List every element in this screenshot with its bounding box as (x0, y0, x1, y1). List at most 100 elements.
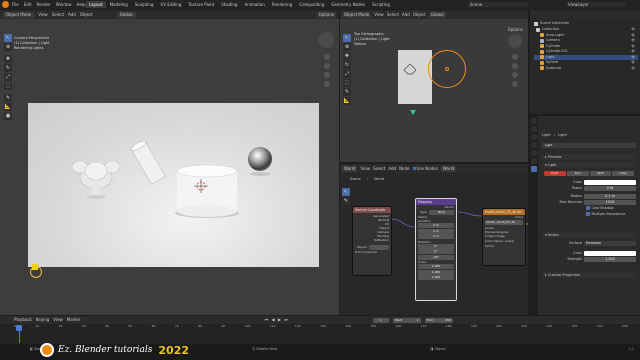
light-type-area[interactable]: Area (612, 171, 634, 176)
from-instancer-check[interactable]: From Instancer (353, 250, 391, 254)
measure-tool[interactable]: 📐 (4, 103, 12, 111)
outliner-item[interactable]: Suzanne 👁 (534, 66, 638, 72)
start-frame-field[interactable]: Start 1 (392, 317, 421, 323)
visibility-icon[interactable]: 👁 (631, 44, 635, 48)
rotation-field[interactable]: 0° (418, 249, 454, 254)
scene-collection-row[interactable]: Scene Collection (534, 22, 569, 26)
location-field[interactable]: 0 m (418, 234, 454, 239)
object-props-tab[interactable] (531, 158, 537, 164)
object-field[interactable] (368, 244, 389, 250)
menu-help[interactable]: Help (76, 2, 85, 7)
nav-gizmo-right[interactable] (508, 34, 522, 48)
visibility-icon[interactable]: 👁 (631, 28, 635, 31)
playback-controls[interactable]: ⏮ ◀ ▶ ⏭ (265, 318, 289, 322)
render-props-tab[interactable] (531, 126, 537, 132)
tab-compositing[interactable]: Compositing (296, 1, 327, 8)
menu-view[interactable]: View (374, 12, 384, 17)
tab-layout[interactable]: Layout (86, 1, 106, 8)
select-tool-right[interactable]: ↖ (343, 34, 351, 42)
blender-logo-icon[interactable] (2, 1, 9, 8)
radius-field[interactable]: 0.1 m (584, 193, 636, 199)
nav-gizmo[interactable] (318, 32, 334, 48)
visibility-icon[interactable]: 👁 (631, 66, 635, 70)
visibility-icon[interactable]: 👁 (631, 61, 635, 64)
output-props-tab[interactable] (531, 134, 537, 140)
camera-view-icon[interactable] (324, 72, 330, 78)
measure-tool-right[interactable]: 📐 (343, 97, 351, 105)
tool-props-tab[interactable] (531, 118, 537, 124)
light-name-field[interactable]: Light (542, 143, 636, 148)
menu-render[interactable]: Render (36, 2, 50, 7)
tab-uv-editing[interactable]: UV Editing (158, 1, 185, 8)
tab-animation[interactable]: Animation (241, 1, 267, 8)
options-button-right[interactable]: Options (505, 27, 525, 33)
scene-props-tab[interactable] (531, 142, 537, 148)
node-mapping[interactable]: Mapping Vector Type Point Vector Locatio… (415, 198, 457, 301)
playback-menu[interactable]: Playback (14, 318, 32, 322)
multiple-importance-row[interactable]: Multiple Importance (540, 211, 636, 217)
surface-field[interactable]: Emission (584, 240, 636, 246)
tab-modeling[interactable]: Modeling (107, 1, 131, 8)
socket-reflection[interactable]: Reflection (353, 238, 391, 242)
ortho-toggle-icon-right[interactable] (512, 81, 518, 87)
scale-field[interactable]: 1.000 (418, 275, 454, 280)
zoom-icon-right[interactable] (512, 54, 518, 60)
colorspace-value[interactable]: Linear (503, 239, 516, 243)
point-light-center-icon[interactable] (445, 67, 449, 71)
properties-editor[interactable]: Light › Light Light ▸ Preview ▾ Light Poin… (530, 116, 640, 315)
rotate-tool-right[interactable]: ↻ (343, 61, 351, 69)
mode-dropdown-right[interactable]: Object Mode (342, 11, 372, 18)
scale-tool[interactable]: ⤢ (4, 73, 12, 81)
visibility-icon[interactable]: 👁 (631, 50, 635, 53)
transform-orientation-right[interactable]: Global (428, 11, 446, 18)
menu-window[interactable]: Window (56, 2, 72, 7)
type-dropdown[interactable]: Point (428, 209, 454, 215)
power-field[interactable]: 0 W (584, 185, 636, 191)
menu-add[interactable]: Add (68, 12, 76, 17)
strength-field[interactable]: 1.000 (584, 256, 636, 262)
annotate-tool-right[interactable]: ✎ (343, 88, 351, 96)
tab-sculpting[interactable]: Sculpting (132, 1, 157, 8)
image-file-field[interactable]: studio_small_03_4k (485, 220, 523, 225)
menu-object[interactable]: Object (413, 12, 426, 17)
select-tool[interactable]: ↖ (4, 34, 12, 42)
tab-rendering[interactable]: Rendering (269, 1, 295, 8)
node-editor[interactable]: World View Select Add Node Use Nodes World … (340, 164, 528, 315)
max-bounces-field[interactable]: 1024 (584, 199, 636, 205)
scale-field[interactable]: 1.000 (418, 269, 454, 275)
viewport-left[interactable]: Object Mode View Select Add Object Global O… (0, 10, 339, 315)
node-environment-texture[interactable]: studio_small_03_4k.exr Color studio_smal… (482, 208, 526, 266)
tab-geometry-nodes[interactable]: Geometry Nodes (328, 1, 368, 8)
tab-shading[interactable]: Shading (218, 1, 240, 8)
ortho-toggle-icon[interactable] (324, 81, 330, 87)
preview-panel-header[interactable]: ▸ Preview (542, 154, 636, 160)
options-button[interactable]: Options (316, 12, 336, 18)
rotation-field[interactable]: -90° (418, 254, 454, 260)
mode-dropdown[interactable]: Object Mode (3, 11, 35, 18)
menu-select[interactable]: Select (387, 12, 399, 17)
scale-field[interactable]: 1.000 (418, 264, 454, 269)
viewport-right[interactable]: Object Mode View Select Add Object Global O… (340, 10, 528, 162)
light-handle[interactable] (32, 264, 38, 270)
world-props-tab[interactable] (531, 150, 537, 156)
end-frame-field[interactable]: End 250 (424, 317, 453, 323)
pan-icon[interactable] (324, 63, 330, 69)
visibility-icon[interactable]: 👁 (631, 39, 635, 42)
transform-tool[interactable]: ⬚ (4, 82, 12, 90)
menu-object[interactable]: Object (80, 12, 93, 17)
rotation-field[interactable]: 0° (418, 243, 454, 249)
menu-marker[interactable]: Marker (67, 318, 81, 322)
light-data-tab[interactable] (531, 166, 537, 172)
rotate-tool[interactable]: ↻ (4, 64, 12, 72)
menu-add[interactable]: Add (402, 12, 410, 17)
tab-scripting[interactable]: Scripting (369, 1, 393, 8)
zoom-icon[interactable] (324, 54, 330, 60)
annotate-tool[interactable]: ✎ (4, 94, 12, 102)
camera-view-icon-right[interactable] (512, 72, 518, 78)
menu-view[interactable]: View (53, 318, 63, 322)
3d-cursor-icon[interactable] (194, 179, 208, 193)
menu-select[interactable]: Select (52, 12, 64, 17)
location-field[interactable]: 0 m (418, 228, 454, 234)
move-tool[interactable]: ✥ (4, 55, 12, 63)
menu-file[interactable]: File (12, 2, 19, 7)
